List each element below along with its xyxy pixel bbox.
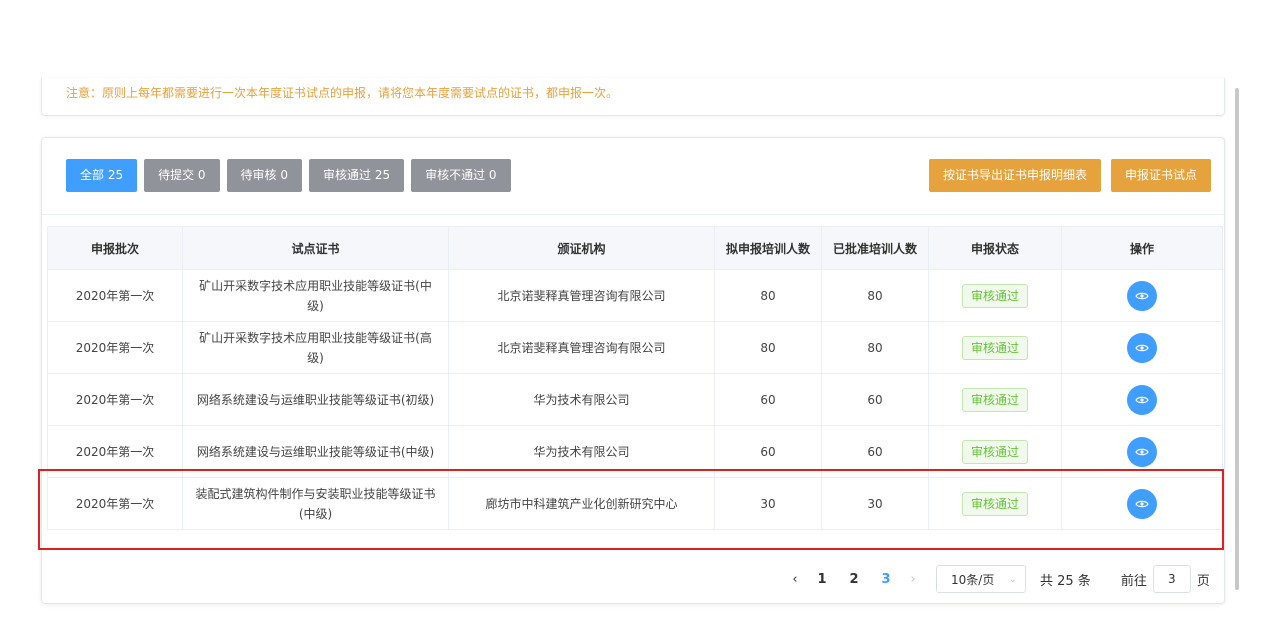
goto-prefix: 前往 <box>1120 573 1147 589</box>
cell-org: 北京诺斐释真管理咨询有限公司 <box>448 321 715 374</box>
cell-approved: 80 <box>821 269 929 322</box>
eye-icon <box>1135 396 1149 403</box>
action-bar: 按证书导出证书申报明细表 申报证书试点 <box>919 159 1211 192</box>
eye-icon <box>1135 292 1149 299</box>
eye-icon <box>1135 448 1149 455</box>
cell-cert: 装配式建筑构件制作与安装职业技能等级证书(中级) <box>182 477 449 530</box>
notice-card: 注意：原则上每年都需要进行一次本年度证书试点的申报，请将您本年度需要试点的证书，… <box>41 78 1225 116</box>
page-2[interactable]: 2 <box>843 572 865 587</box>
cell-operation <box>1061 477 1223 530</box>
cell-approved: 80 <box>821 321 929 374</box>
next-page-button[interactable]: › <box>902 572 924 587</box>
cell-planned: 60 <box>714 373 822 426</box>
view-button[interactable] <box>1127 332 1157 363</box>
table-row: 2020年第一次 网络系统建设与运维职业技能等级证书(初级) 华为技术有限公司 … <box>47 373 1223 426</box>
cell-status: 审核通过 <box>928 425 1062 478</box>
header-cert: 试点证书 <box>182 226 449 270</box>
view-button[interactable] <box>1127 384 1157 415</box>
table-header-row: 申报批次 试点证书 颁证机构 拟申报培训人数 已批准培训人数 申报状态 操作 <box>47 226 1223 270</box>
tab-pending-submit[interactable]: 待提交 0 <box>144 159 220 192</box>
header-status: 申报状态 <box>928 226 1062 270</box>
status-badge: 审核通过 <box>961 283 1028 308</box>
export-by-cert-button[interactable]: 按证书导出证书申报明细表 <box>928 159 1101 192</box>
cell-operation <box>1061 269 1223 322</box>
page-3[interactable]: 3 <box>875 572 897 587</box>
page-size-select[interactable]: 10条/页 ⌄ <box>936 565 1026 593</box>
tab-rejected[interactable]: 审核不通过 0 <box>411 159 511 192</box>
cell-batch: 2020年第一次 <box>47 269 183 322</box>
cell-status: 审核通过 <box>928 321 1062 374</box>
cell-cert: 网络系统建设与运维职业技能等级证书(中级) <box>182 425 449 478</box>
eye-icon <box>1135 344 1149 351</box>
apply-cert-pilot-button[interactable]: 申报证书试点 <box>1110 159 1211 192</box>
goto-page: 前往 页 <box>1121 565 1210 593</box>
goto-suffix: 页 <box>1196 573 1210 589</box>
header-approved: 已批准培训人数 <box>821 226 929 270</box>
page-1[interactable]: 1 <box>811 572 833 587</box>
tab-approved[interactable]: 审核通过 25 <box>309 159 405 192</box>
cell-planned: 80 <box>714 269 822 322</box>
header-planned: 拟申报培训人数 <box>714 226 822 270</box>
pagination: ‹ 1 2 3 › 10条/页 ⌄ 共 25 条 前往 页 <box>784 565 1210 593</box>
cell-cert: 矿山开采数字技术应用职业技能等级证书(高级) <box>182 321 449 374</box>
cell-operation <box>1061 373 1223 426</box>
cell-batch: 2020年第一次 <box>47 373 183 426</box>
cell-operation <box>1061 425 1223 478</box>
header-operation: 操作 <box>1061 226 1223 270</box>
chevron-down-icon: ⌄ <box>1008 573 1017 585</box>
status-badge: 审核通过 <box>961 491 1028 516</box>
total-count: 共 25 条 <box>1040 573 1091 589</box>
goto-page-input[interactable] <box>1152 565 1191 593</box>
cell-batch: 2020年第一次 <box>47 425 183 478</box>
cell-org: 华为技术有限公司 <box>448 425 715 478</box>
cell-org: 华为技术有限公司 <box>448 373 715 426</box>
tab-pending-review[interactable]: 待审核 0 <box>226 159 302 192</box>
view-button[interactable] <box>1127 280 1157 311</box>
notice-text: 注意：原则上每年都需要进行一次本年度证书试点的申报，请将您本年度需要试点的证书，… <box>66 86 619 100</box>
cell-cert: 矿山开采数字技术应用职业技能等级证书(中级) <box>182 269 449 322</box>
cell-approved: 60 <box>821 425 929 478</box>
cell-org: 廊坊市中科建筑产业化创新研究中心 <box>448 477 715 530</box>
eye-icon <box>1135 500 1149 507</box>
cell-approved: 60 <box>821 373 929 426</box>
header-batch: 申报批次 <box>47 226 183 270</box>
cell-status: 审核通过 <box>928 477 1062 530</box>
table-row: 2020年第一次 矿山开采数字技术应用职业技能等级证书(高级) 北京诺斐释真管理… <box>47 321 1223 374</box>
cell-operation <box>1061 321 1223 374</box>
cell-batch: 2020年第一次 <box>47 477 183 530</box>
page-size-value: 10条/页 <box>951 572 995 587</box>
view-button[interactable] <box>1127 488 1157 519</box>
cell-planned: 80 <box>714 321 822 374</box>
cell-status: 审核通过 <box>928 373 1062 426</box>
cell-planned: 30 <box>714 477 822 530</box>
cell-planned: 60 <box>714 425 822 478</box>
status-tab-bar: 全部 25 待提交 0 待审核 0 审核通过 25 审核不通过 0 <box>66 159 518 192</box>
cell-org: 北京诺斐释真管理咨询有限公司 <box>448 269 715 322</box>
status-badge: 审核通过 <box>961 387 1028 412</box>
status-badge: 审核通过 <box>961 335 1028 360</box>
table-row: 2020年第一次 矿山开采数字技术应用职业技能等级证书(中级) 北京诺斐释真管理… <box>47 269 1223 322</box>
cell-status: 审核通过 <box>928 269 1062 322</box>
cell-cert: 网络系统建设与运维职业技能等级证书(初级) <box>182 373 449 426</box>
cell-approved: 30 <box>821 477 929 530</box>
vertical-scrollbar[interactable] <box>1235 88 1239 590</box>
application-table: 申报批次 试点证书 颁证机构 拟申报培训人数 已批准培训人数 申报状态 操作 2… <box>47 226 1223 530</box>
header-org: 颁证机构 <box>448 226 715 270</box>
cell-batch: 2020年第一次 <box>47 321 183 374</box>
prev-page-button[interactable]: ‹ <box>784 572 806 587</box>
status-badge: 审核通过 <box>961 439 1028 464</box>
tab-all[interactable]: 全部 25 <box>66 159 138 192</box>
table-row: 2020年第一次 网络系统建设与运维职业技能等级证书(中级) 华为技术有限公司 … <box>47 425 1223 478</box>
divider <box>42 214 1224 215</box>
main-card: 全部 25 待提交 0 待审核 0 审核通过 25 审核不通过 0 按证书导出证… <box>41 137 1225 604</box>
view-button[interactable] <box>1127 436 1157 467</box>
table-row: 2020年第一次 装配式建筑构件制作与安装职业技能等级证书(中级) 廊坊市中科建… <box>47 477 1223 530</box>
